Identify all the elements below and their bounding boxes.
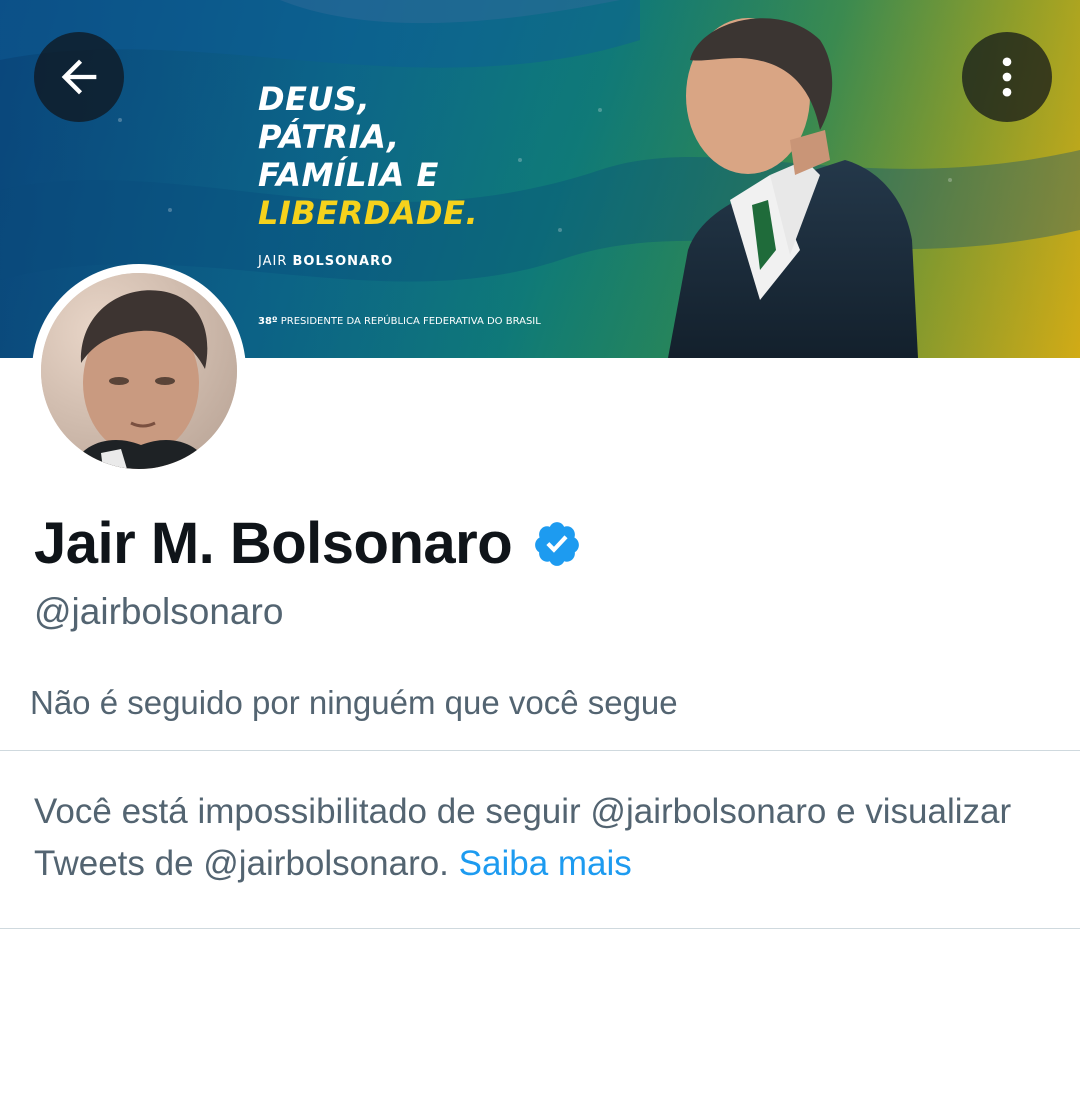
arrow-left-icon bbox=[61, 59, 97, 95]
divider bbox=[0, 750, 1080, 751]
signature-first: JAIR bbox=[258, 254, 293, 269]
headline-line-highlight: LIBERDADE. bbox=[258, 194, 479, 232]
avatar[interactable] bbox=[32, 264, 246, 478]
vertical-ellipsis-icon bbox=[1002, 57, 1012, 97]
signature-last: BOLSONARO bbox=[292, 254, 394, 269]
more-options-button[interactable] bbox=[962, 32, 1052, 122]
caption-text: PRESIDENTE DA REPÚBLICA FEDERATIVA DO BR… bbox=[277, 316, 541, 327]
banner-headline: DEUS, PÁTRIA, FAMÍLIA E LIBERDADE. bbox=[258, 80, 478, 232]
headline-line: DEUS, bbox=[258, 80, 371, 118]
avatar-photo bbox=[41, 273, 237, 469]
back-button[interactable] bbox=[34, 32, 124, 122]
restriction-message: Você está impossibilitado de seguir @jai… bbox=[34, 786, 1054, 890]
name-row: Jair M. Bolsonaro bbox=[34, 510, 582, 577]
headline-line: FAMÍLIA E bbox=[258, 156, 439, 194]
learn-more-link[interactable]: Saiba mais bbox=[459, 844, 632, 883]
profile-screen: DEUS, PÁTRIA, FAMÍLIA E LIBERDADE. JAIR … bbox=[0, 0, 1080, 1120]
divider bbox=[0, 928, 1080, 929]
display-name: Jair M. Bolsonaro bbox=[34, 511, 513, 576]
banner-caption: 38º PRESIDENTE DA REPÚBLICA FEDERATIVA D… bbox=[258, 316, 541, 327]
caption-ordinal: 38º bbox=[258, 316, 278, 327]
followers-you-know-note: Não é seguido por ninguém que você segue bbox=[30, 684, 678, 721]
headline-line: PÁTRIA, bbox=[258, 118, 400, 156]
profile-handle: @jairbolsonaro bbox=[34, 591, 284, 632]
banner-signature: JAIR BOLSONARO bbox=[258, 254, 393, 269]
verified-badge-icon[interactable] bbox=[532, 519, 582, 569]
